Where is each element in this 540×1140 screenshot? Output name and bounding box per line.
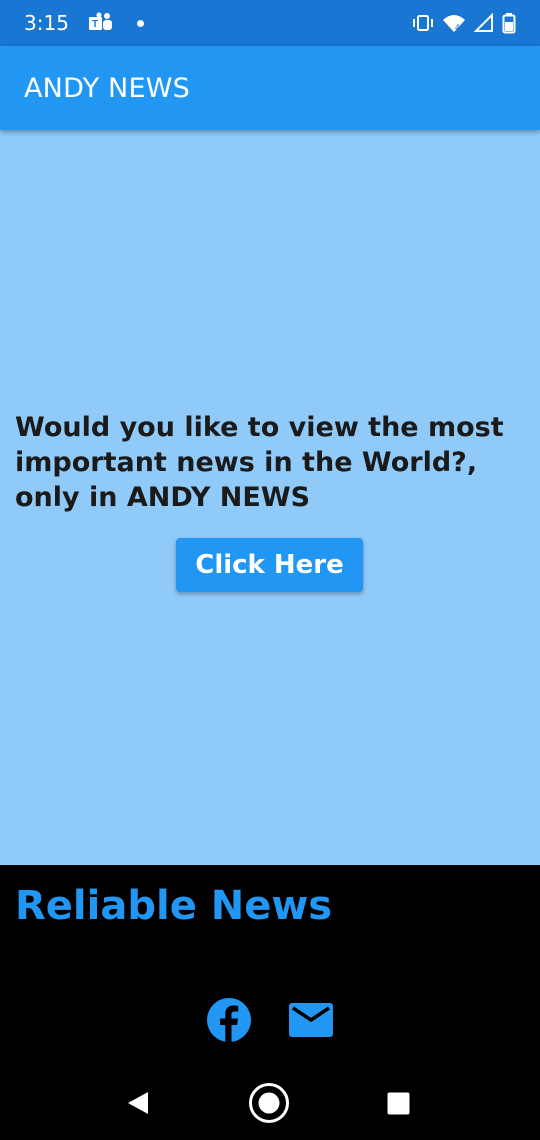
- signal-icon: [474, 13, 493, 32]
- back-icon[interactable]: [126, 1090, 150, 1116]
- status-right: 4: [412, 12, 516, 34]
- wifi-icon: 4: [443, 15, 465, 32]
- status-left: 3:15 T: [24, 11, 144, 35]
- navigation-bar: [0, 1065, 540, 1140]
- app-title: ANDY NEWS: [24, 72, 190, 104]
- teams-icon: T: [88, 12, 112, 30]
- notification-dot-icon: [136, 19, 144, 27]
- recents-icon[interactable]: [387, 1092, 410, 1115]
- footer: Reliable News: [0, 865, 540, 1065]
- status-time: 3:15: [24, 11, 69, 35]
- svg-text:T: T: [92, 19, 98, 30]
- vibrate-icon: [413, 15, 433, 31]
- footer-title: Reliable News: [15, 883, 333, 929]
- status-bar: 3:15 T 4: [0, 0, 540, 46]
- click-here-button[interactable]: Click Here: [176, 538, 363, 592]
- home-icon[interactable]: [248, 1082, 290, 1124]
- main-content: Would you like to view the most importan…: [0, 130, 540, 865]
- app-bar: ANDY NEWS: [0, 46, 540, 130]
- battery-icon: [502, 13, 516, 34]
- facebook-icon[interactable]: [206, 997, 252, 1043]
- mail-icon[interactable]: [288, 997, 334, 1043]
- prompt-text: Would you like to view the most importan…: [15, 412, 504, 513]
- svg-text:4: 4: [455, 23, 460, 32]
